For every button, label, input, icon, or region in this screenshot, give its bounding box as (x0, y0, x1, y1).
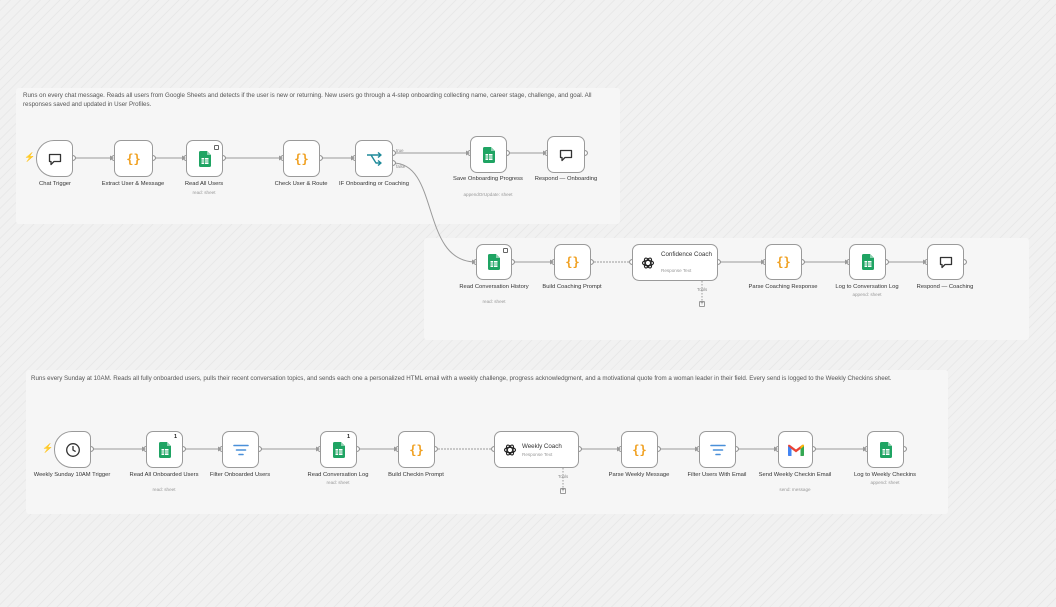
pin-icon[interactable] (503, 248, 508, 253)
code-braces-icon: {} (294, 151, 309, 166)
chat-bubble-icon (558, 147, 574, 163)
add-tool-button[interactable]: + (560, 488, 566, 494)
openai-icon (503, 443, 517, 457)
node-send-email[interactable] (778, 431, 813, 468)
node-build-coaching[interactable]: {} (554, 244, 591, 280)
node-log-weekly[interactable] (867, 431, 904, 468)
label-respond-coaching: Respond — Coaching (916, 284, 974, 290)
sublabel-send-email: send: message (779, 487, 811, 492)
run-count-badge: 1 (347, 434, 351, 440)
sublabel-confidence-coach: Response Text (661, 268, 692, 273)
label-weekly-trigger: Weekly Sunday 10AM Trigger (33, 472, 111, 478)
gmail-icon (787, 444, 804, 456)
label-filter-onboarded: Filter Onboarded Users (209, 472, 271, 478)
tools-port-label: Tools (558, 474, 569, 479)
sublabel-read-onboarded: read: sheet (152, 487, 176, 492)
sublabel-log-weekly: append: sheet (870, 480, 900, 485)
label-build-checkin: Build Checkin Prompt (388, 472, 444, 478)
node-check-user[interactable]: {} (283, 140, 320, 177)
google-sheets-icon (198, 150, 211, 167)
google-sheets-icon (482, 146, 495, 163)
node-weekly-trigger[interactable] (54, 431, 91, 468)
pin-icon[interactable] (214, 145, 219, 150)
label-respond-onboarding: Respond — Onboarding (534, 176, 598, 182)
branch-label-true: true (396, 148, 404, 153)
google-sheets-icon (488, 254, 500, 270)
node-chat-trigger[interactable] (36, 140, 73, 177)
label-log-weekly: Log to Weekly Checkins (853, 472, 917, 478)
node-extract-user[interactable]: {} (114, 140, 153, 177)
node-parse-weekly[interactable]: {} (621, 431, 658, 468)
code-braces-icon: {} (409, 442, 424, 457)
sublabel-save-onboarding: appendOrUpdate: sheet (463, 192, 513, 197)
label-weekly-coach: Weekly Coach (522, 443, 562, 450)
sublabel-read-conv-history: read: sheet (482, 299, 506, 304)
sublabel-weekly-coach: Response Text (522, 452, 553, 457)
label-send-email: Send Weekly Checkin Email (758, 472, 832, 478)
node-filter-onboarded[interactable] (222, 431, 259, 468)
node-save-onboarding[interactable] (470, 136, 507, 173)
node-if-onboarding[interactable] (355, 140, 393, 177)
node-build-checkin[interactable]: {} (398, 431, 435, 468)
add-tool-button[interactable]: + (699, 301, 705, 307)
code-braces-icon: {} (126, 151, 141, 166)
sublabel-read-all-users: read: sheet (192, 190, 216, 195)
sublabel-log-conversation: append: sheet (852, 292, 882, 297)
code-braces-icon: {} (565, 255, 580, 269)
branch-label-false: false (396, 164, 406, 169)
filter-icon (232, 444, 249, 456)
sublabel-read-conv-log: read: sheet (326, 480, 350, 485)
openai-icon (641, 256, 655, 270)
node-respond-onboarding[interactable] (547, 136, 585, 173)
code-braces-icon: {} (776, 255, 791, 269)
if-branch-icon (366, 151, 382, 166)
run-count-badge: 1 (174, 434, 178, 440)
label-parse-coaching: Parse Coaching Response (748, 284, 818, 290)
node-parse-coaching[interactable]: {} (765, 244, 802, 280)
label-confidence-coach: Confidence Coach (661, 251, 712, 258)
node-filter-email[interactable] (699, 431, 736, 468)
google-sheets-icon (861, 254, 874, 270)
code-braces-icon: {} (632, 442, 647, 457)
google-sheets-icon (879, 441, 892, 458)
chat-trigger-bolt-icon: ⚡ (24, 152, 36, 162)
node-read-onboarded[interactable] (146, 431, 183, 468)
node-confidence-coach[interactable] (632, 244, 718, 281)
google-sheets-icon (332, 441, 345, 458)
label-read-all-users: Read All Users (184, 181, 224, 187)
label-build-coaching: Build Coaching Prompt (542, 284, 602, 290)
weekly-trigger-bolt-icon: ⚡ (42, 443, 54, 453)
node-read-conv-log[interactable] (320, 431, 357, 468)
node-respond-coaching[interactable] (927, 244, 964, 280)
chat-bubble-icon (938, 254, 954, 270)
filter-icon (709, 444, 726, 456)
tools-port-label: Tools (697, 287, 708, 292)
clock-icon (65, 442, 81, 458)
chat-bubble-icon (47, 151, 63, 167)
google-sheets-icon (158, 441, 171, 458)
node-log-conversation[interactable] (849, 244, 886, 280)
label-if-onboarding: IF Onboarding or Coaching (339, 181, 409, 187)
